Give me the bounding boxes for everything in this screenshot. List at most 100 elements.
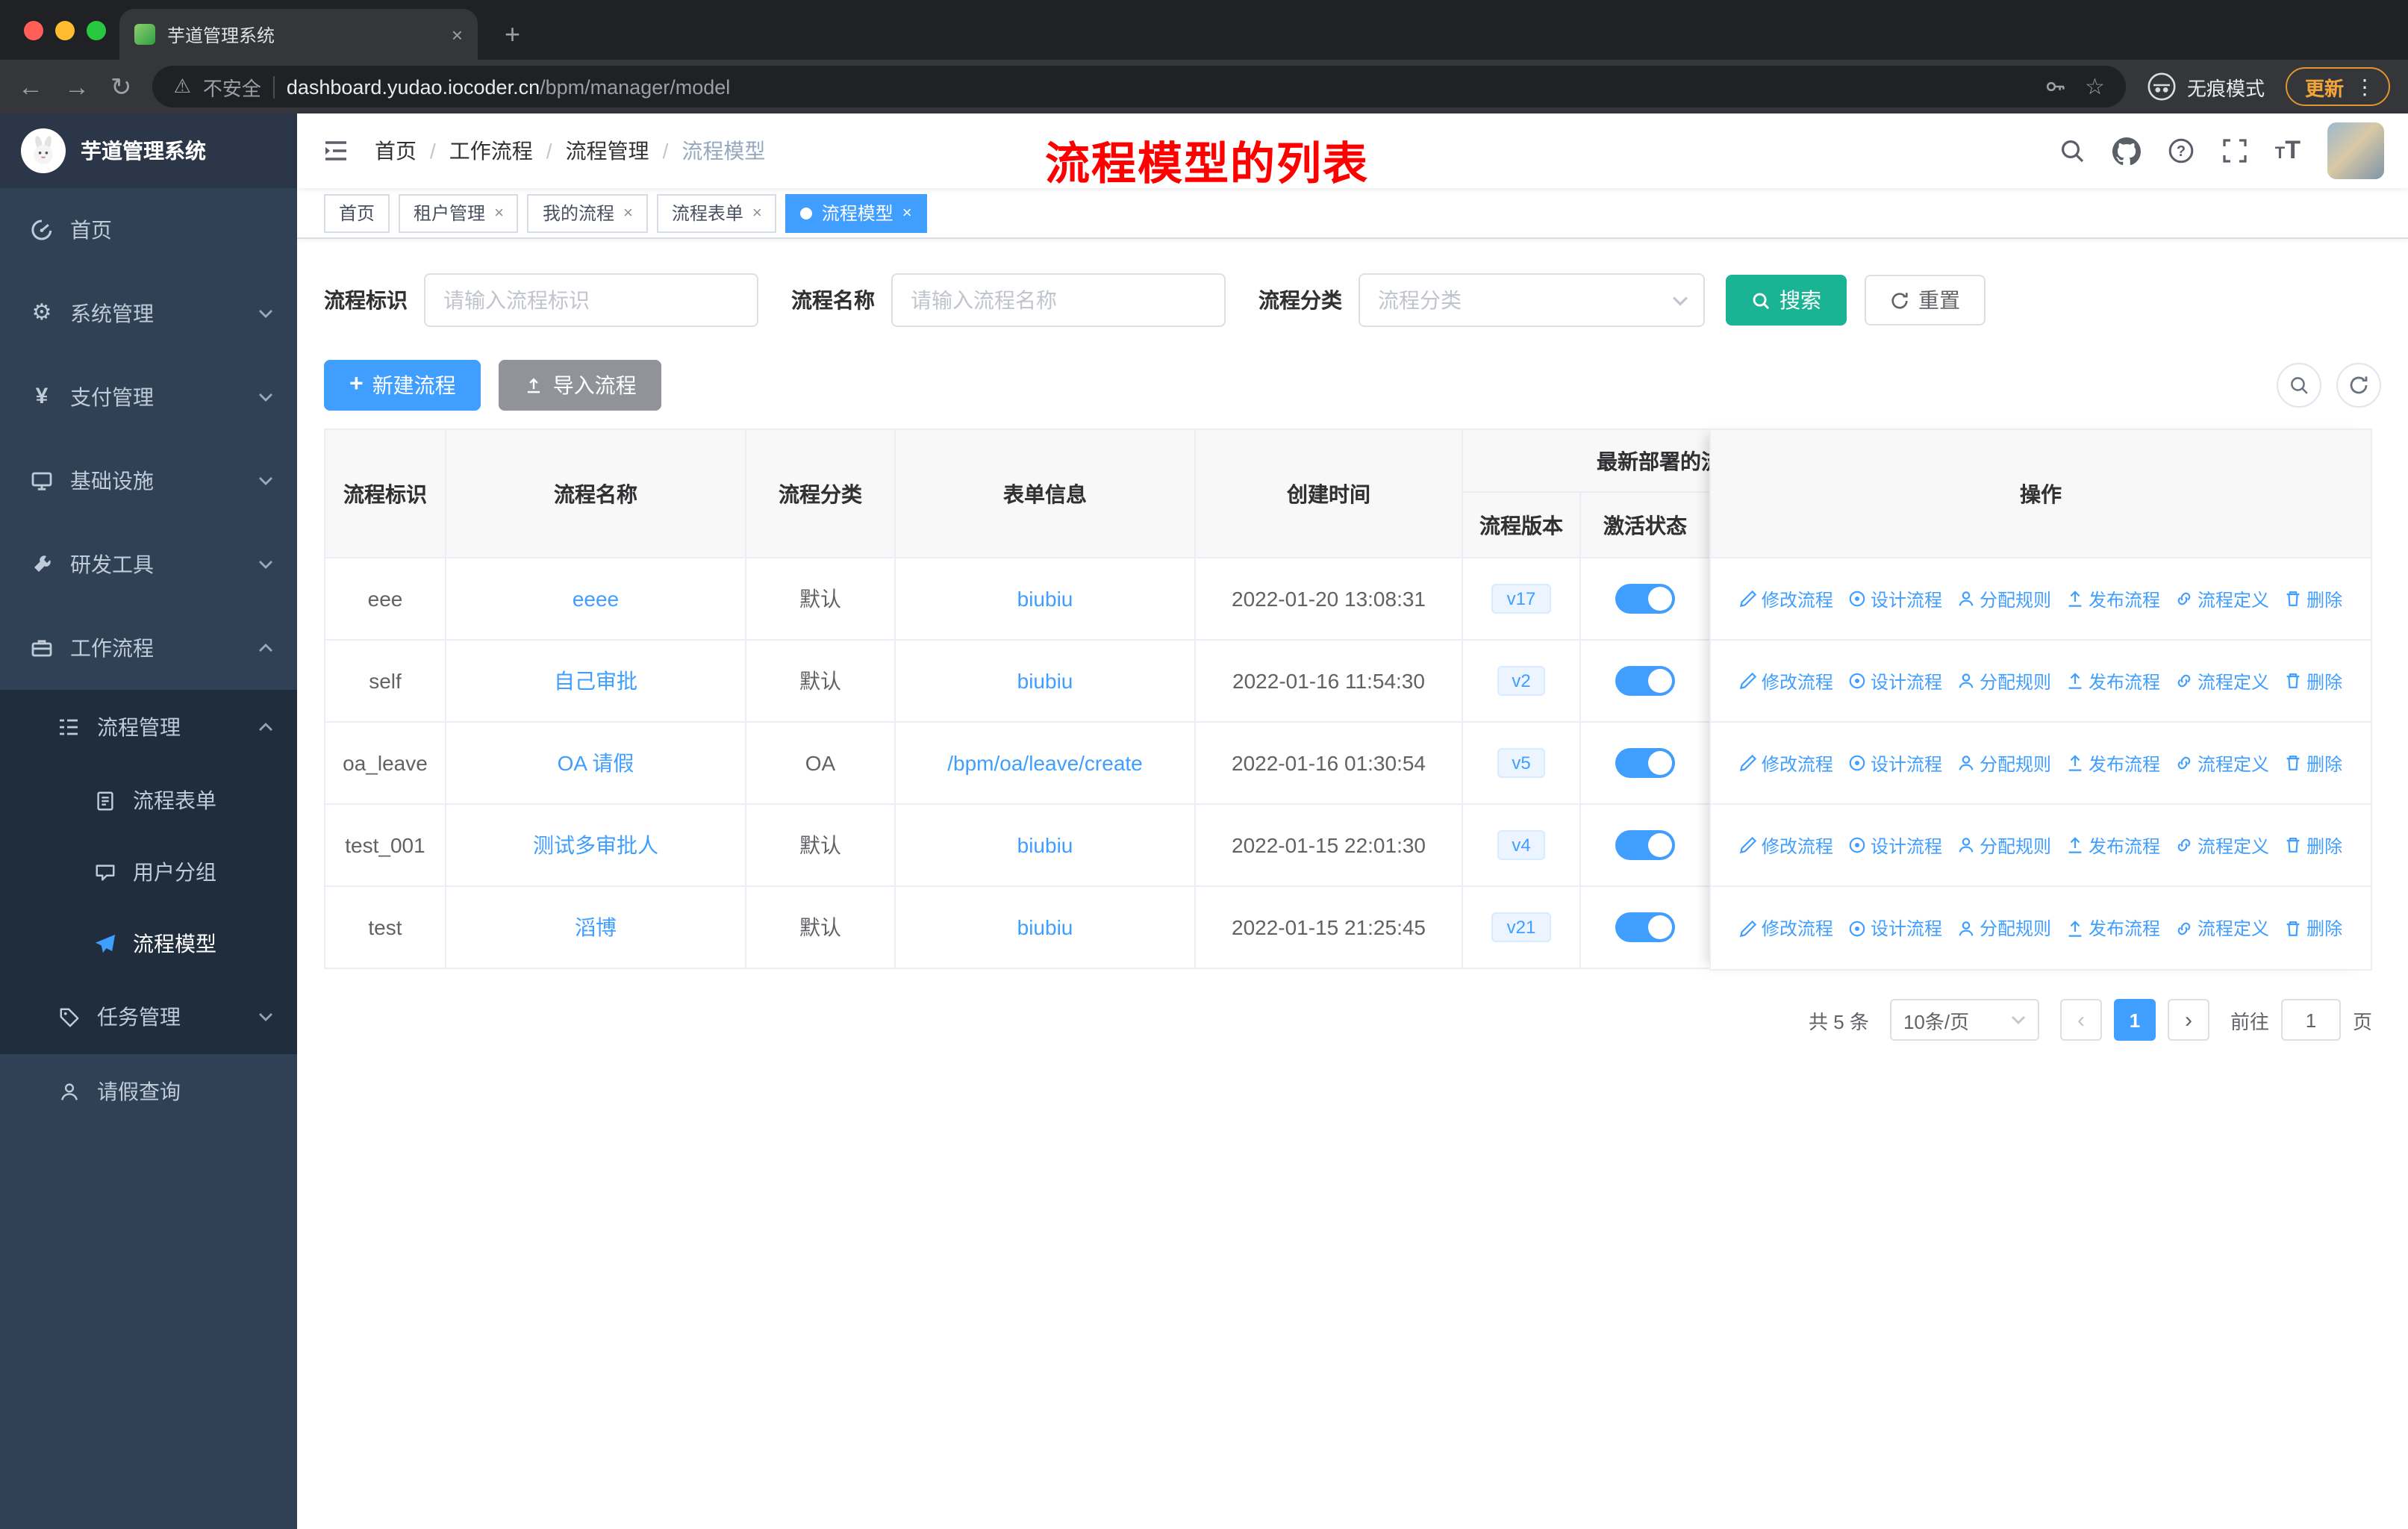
form-info-link[interactable]: biubiu bbox=[1017, 587, 1073, 611]
tag-close-icon[interactable]: × bbox=[902, 204, 912, 222]
sidebar-item-workflow[interactable]: 工作流程 bbox=[0, 606, 297, 690]
active-toggle[interactable] bbox=[1615, 912, 1675, 942]
breadcrumb-process-mgmt[interactable]: 流程管理 bbox=[566, 136, 649, 166]
action-design-link[interactable]: 设计流程 bbox=[1848, 915, 1942, 941]
sidebar-item-infra[interactable]: 基础设施 bbox=[0, 439, 297, 523]
breadcrumb-workflow[interactable]: 工作流程 bbox=[449, 136, 533, 166]
action-modify-link[interactable]: 修改流程 bbox=[1739, 668, 1833, 694]
sidebar-item-process-model[interactable]: 流程模型 bbox=[0, 908, 297, 980]
tag-home[interactable]: 首页 bbox=[324, 193, 390, 232]
action-design-link[interactable]: 设计流程 bbox=[1848, 750, 1942, 776]
process-name-link[interactable]: 测试多审批人 bbox=[533, 833, 658, 857]
action-publish-link[interactable]: 发布流程 bbox=[2066, 832, 2160, 858]
tag-close-icon[interactable]: × bbox=[752, 204, 762, 222]
action-definition-link[interactable]: 流程定义 bbox=[2175, 750, 2269, 776]
import-process-button[interactable]: 导入流程 bbox=[499, 360, 662, 411]
action-assign-link[interactable]: 分配规则 bbox=[1957, 668, 2051, 694]
form-info-link[interactable]: /bpm/oa/leave/create bbox=[947, 751, 1143, 775]
sidebar-item-user-group[interactable]: 用户分组 bbox=[0, 836, 297, 908]
active-toggle[interactable] bbox=[1615, 830, 1675, 860]
action-delete-link[interactable]: 删除 bbox=[2284, 750, 2342, 776]
help-icon[interactable]: ? bbox=[2168, 137, 2195, 164]
refresh-table-button[interactable] bbox=[2336, 363, 2381, 408]
search-icon[interactable] bbox=[2059, 137, 2086, 164]
process-name-link[interactable]: 滔博 bbox=[575, 915, 617, 939]
new-tab-button[interactable]: + bbox=[505, 21, 520, 48]
sidebar-item-home[interactable]: 首页 bbox=[0, 188, 297, 272]
process-name-input[interactable] bbox=[891, 273, 1226, 327]
action-design-link[interactable]: 设计流程 bbox=[1848, 832, 1942, 858]
action-delete-link[interactable]: 删除 bbox=[2284, 586, 2342, 611]
hamburger-icon[interactable] bbox=[321, 136, 351, 166]
action-design-link[interactable]: 设计流程 bbox=[1848, 586, 1942, 611]
action-modify-link[interactable]: 修改流程 bbox=[1739, 750, 1833, 776]
create-process-button[interactable]: + 新建流程 bbox=[324, 360, 481, 411]
github-icon[interactable] bbox=[2112, 137, 2141, 165]
sidebar-item-devtools[interactable]: 研发工具 bbox=[0, 523, 297, 606]
prev-page-button[interactable]: ‹ bbox=[2059, 999, 2102, 1041]
tag-my-process[interactable]: 我的流程 × bbox=[527, 193, 648, 232]
sidebar-item-process-mgmt[interactable]: 流程管理 bbox=[0, 690, 297, 764]
action-delete-link[interactable]: 删除 bbox=[2284, 668, 2342, 694]
active-toggle[interactable] bbox=[1615, 748, 1675, 778]
close-window-button[interactable] bbox=[24, 21, 43, 40]
action-delete-link[interactable]: 删除 bbox=[2284, 915, 2342, 941]
font-size-icon[interactable]: TT bbox=[2275, 136, 2301, 166]
tag-process-model[interactable]: 流程模型 × bbox=[785, 193, 927, 232]
zoom-window-button[interactable] bbox=[87, 21, 106, 40]
action-definition-link[interactable]: 流程定义 bbox=[2175, 668, 2269, 694]
reset-button[interactable]: 重置 bbox=[1865, 275, 1986, 326]
bookmark-star-icon[interactable]: ☆ bbox=[2085, 73, 2105, 100]
chrome-update-button[interactable]: 更新 ⋮ bbox=[2285, 67, 2390, 106]
password-key-icon[interactable] bbox=[2043, 75, 2067, 99]
action-definition-link[interactable]: 流程定义 bbox=[2175, 915, 2269, 941]
back-icon[interactable]: ← bbox=[18, 74, 43, 99]
action-delete-link[interactable]: 删除 bbox=[2284, 832, 2342, 858]
current-page-button[interactable]: 1 bbox=[2113, 999, 2156, 1041]
goto-page-input[interactable] bbox=[2280, 999, 2341, 1041]
next-page-button[interactable]: › bbox=[2167, 999, 2209, 1041]
sidebar-item-process-form[interactable]: 流程表单 bbox=[0, 764, 297, 836]
search-button[interactable]: 搜索 bbox=[1726, 275, 1847, 326]
tag-close-icon[interactable]: × bbox=[623, 204, 633, 222]
active-toggle[interactable] bbox=[1615, 666, 1675, 696]
form-info-link[interactable]: biubiu bbox=[1017, 669, 1073, 693]
action-design-link[interactable]: 设计流程 bbox=[1848, 668, 1942, 694]
action-publish-link[interactable]: 发布流程 bbox=[2066, 915, 2160, 941]
action-assign-link[interactable]: 分配规则 bbox=[1957, 832, 2051, 858]
tab-close-icon[interactable]: × bbox=[452, 23, 463, 46]
form-info-link[interactable]: biubiu bbox=[1017, 915, 1073, 939]
sidebar-item-system[interactable]: ⚙ 系统管理 bbox=[0, 272, 297, 355]
process-key-input[interactable] bbox=[424, 273, 758, 327]
sidebar-item-task-mgmt[interactable]: 任务管理 bbox=[0, 980, 297, 1054]
address-bar[interactable]: ⚠ 不安全 dashboard.yudao.iocoder.cn/bpm/man… bbox=[152, 66, 2126, 108]
minimize-window-button[interactable] bbox=[55, 21, 75, 40]
tag-close-icon[interactable]: × bbox=[494, 204, 504, 222]
sidebar-item-leave-query[interactable]: 请假查询 bbox=[0, 1054, 297, 1129]
sidebar-item-payment[interactable]: ¥ 支付管理 bbox=[0, 355, 297, 439]
action-definition-link[interactable]: 流程定义 bbox=[2175, 586, 2269, 611]
tag-process-form[interactable]: 流程表单 × bbox=[656, 193, 777, 232]
action-modify-link[interactable]: 修改流程 bbox=[1739, 832, 1833, 858]
process-name-link[interactable]: OA 请假 bbox=[558, 751, 634, 775]
fullscreen-icon[interactable] bbox=[2221, 137, 2248, 164]
action-assign-link[interactable]: 分配规则 bbox=[1957, 915, 2051, 941]
action-assign-link[interactable]: 分配规则 bbox=[1957, 750, 2051, 776]
process-name-link[interactable]: 自己审批 bbox=[554, 669, 637, 693]
forward-icon[interactable]: → bbox=[64, 74, 90, 99]
action-publish-link[interactable]: 发布流程 bbox=[2066, 750, 2160, 776]
action-modify-link[interactable]: 修改流程 bbox=[1739, 915, 1833, 941]
reload-icon[interactable]: ↻ bbox=[110, 74, 132, 99]
tag-tenant[interactable]: 租户管理 × bbox=[399, 193, 519, 232]
action-publish-link[interactable]: 发布流程 bbox=[2066, 668, 2160, 694]
user-avatar[interactable] bbox=[2327, 122, 2384, 179]
page-size-select[interactable]: 10条/页 bbox=[1889, 999, 2039, 1041]
category-select[interactable]: 流程分类 bbox=[1359, 273, 1705, 327]
process-name-link[interactable]: eeee bbox=[573, 587, 619, 611]
browser-tab[interactable]: 芋道管理系统 × bbox=[119, 9, 478, 60]
action-assign-link[interactable]: 分配规则 bbox=[1957, 586, 2051, 611]
form-info-link[interactable]: biubiu bbox=[1017, 833, 1073, 857]
action-publish-link[interactable]: 发布流程 bbox=[2066, 586, 2160, 611]
menu-kebab-icon[interactable]: ⋮ bbox=[2354, 74, 2375, 99]
breadcrumb-home[interactable]: 首页 bbox=[375, 136, 417, 166]
